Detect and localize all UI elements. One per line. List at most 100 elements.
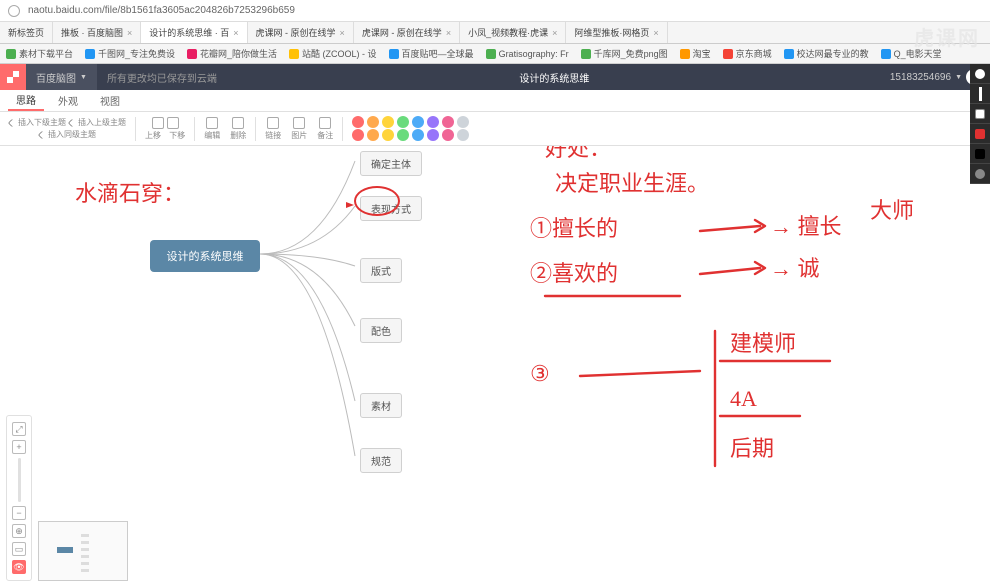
progress-1[interactable] <box>352 129 364 141</box>
pointer-tool[interactable] <box>970 64 990 84</box>
app-dropdown[interactable]: 百度脑图▼ <box>26 64 97 90</box>
ribbon-tabs: 思路 外观 视图 <box>0 90 990 112</box>
priority-3[interactable] <box>382 116 394 128</box>
expand-icon[interactable]: ⤢ <box>12 422 26 436</box>
svg-text:后期: 后期 <box>730 436 774 461</box>
mindmap-node[interactable]: 配色 <box>360 318 402 343</box>
fit-icon[interactable]: ▭ <box>12 542 26 556</box>
info-icon <box>8 5 20 17</box>
annotation-toolbar <box>970 64 990 184</box>
priority-4[interactable] <box>397 116 409 128</box>
browser-tab[interactable]: 虎课网 - 原创在线学× <box>248 22 354 43</box>
preview-icon[interactable]: 👁 <box>12 560 26 574</box>
mindmap-canvas[interactable]: 设计的系统思维 确定主体 表现方式 版式 配色 素材 规范 水滴石穿： 好处： … <box>0 146 990 587</box>
progress-5[interactable] <box>412 129 424 141</box>
browser-tab[interactable]: 小凤_视频教程·虎课× <box>460 22 566 43</box>
red-arrow-annotation <box>346 202 354 208</box>
app-menu-icon[interactable] <box>0 64 26 90</box>
bookmark[interactable]: 站酷 (ZCOOL) - 设 <box>283 47 383 60</box>
svg-text:→ 擅长: → 擅长 <box>770 214 842 239</box>
up-icon[interactable] <box>152 117 164 129</box>
note-icon[interactable] <box>319 117 331 129</box>
bookmark[interactable]: 校达网最专业的教 <box>778 47 875 60</box>
arrow-icon[interactable] <box>8 118 16 126</box>
browser-tab[interactable]: 阿维型推板·网格页× <box>566 22 667 43</box>
svg-text:好处：: 好处： <box>545 146 611 161</box>
browser-address-bar[interactable]: naotu.baidu.com/file/8b1561fa3605ac20482… <box>0 0 990 22</box>
zoom-in-icon[interactable]: + <box>12 440 26 454</box>
remove-icon[interactable] <box>232 117 244 129</box>
mindmap-root[interactable]: 设计的系统思维 <box>150 240 260 272</box>
bookmarks-bar: 素材下载平台 千图网_专注免费设 花瓣网_陪你做生活 站酷 (ZCOOL) - … <box>0 44 990 64</box>
bookmark[interactable]: Gratisography: Fr <box>480 49 575 59</box>
locate-icon[interactable]: ⊕ <box>12 524 26 538</box>
progress-4[interactable] <box>397 129 409 141</box>
close-icon[interactable]: × <box>233 28 238 38</box>
document-title: 设计的系统思维 <box>227 70 882 85</box>
color-black[interactable] <box>970 144 990 164</box>
eraser-tool[interactable] <box>970 104 990 124</box>
zoom-out-icon[interactable]: − <box>12 506 26 520</box>
close-icon[interactable]: × <box>127 28 132 38</box>
browser-tab-active[interactable]: 设计的系统思维 · 百× <box>141 22 247 43</box>
tab-thought[interactable]: 思路 <box>8 90 44 111</box>
close-icon[interactable]: × <box>653 28 658 38</box>
tab-view[interactable]: 视图 <box>92 91 128 110</box>
priority-7[interactable] <box>442 116 454 128</box>
save-status: 所有更改均已保存到云端 <box>97 70 227 85</box>
color-red[interactable] <box>970 124 990 144</box>
browser-tab[interactable]: 新标签页 <box>0 22 53 43</box>
chevron-down-icon: ▼ <box>955 74 962 81</box>
bookmark[interactable]: 素材下载平台 <box>0 47 79 60</box>
bookmark[interactable]: 百度贴吧—全球最 <box>383 47 480 60</box>
bookmark[interactable]: 千库网_免费png图 <box>575 47 674 60</box>
image-icon[interactable] <box>293 117 305 129</box>
bookmark[interactable]: 花瓣网_陪你做生活 <box>181 47 283 60</box>
tab-appearance[interactable]: 外观 <box>50 91 86 110</box>
mindmap-node[interactable]: 规范 <box>360 448 402 473</box>
link-icon[interactable] <box>267 117 279 129</box>
mindmap-node[interactable]: 素材 <box>360 393 402 418</box>
close-icon[interactable]: × <box>552 28 557 38</box>
edit-icon[interactable] <box>206 117 218 129</box>
close-icon[interactable]: × <box>340 28 345 38</box>
app-header: 百度脑图▼ 所有更改均已保存到云端 设计的系统思维 15183254696▼ <box>0 64 990 90</box>
pen-tool[interactable] <box>970 84 990 104</box>
bookmark[interactable]: 京东商城 <box>717 47 778 60</box>
move-group: 上移 下移 <box>142 117 188 141</box>
insert-group: 插入下级主题 插入上级主题 插入同级主题 <box>6 117 129 140</box>
priority-none[interactable] <box>457 116 469 128</box>
priority-6[interactable] <box>427 116 439 128</box>
progress-3[interactable] <box>382 129 394 141</box>
browser-tab-bar: 新标签页 推板 · 百度脑图× 设计的系统思维 · 百× 虎课网 - 原创在线学… <box>0 22 990 44</box>
toolbar: 插入下级主题 插入上级主题 插入同级主题 上移 下移 编辑 删除 链接 图片 备… <box>0 112 990 146</box>
bookmark[interactable]: 千图网_专注免费设 <box>79 47 181 60</box>
view-controls: ⤢ + − ⊕ ▭ 👁 <box>6 415 32 581</box>
svg-text:4A: 4A <box>730 386 757 411</box>
progress-6[interactable] <box>427 129 439 141</box>
priority-5[interactable] <box>412 116 424 128</box>
down-icon[interactable] <box>167 117 179 129</box>
svg-text:②喜欢的: ②喜欢的 <box>530 261 618 286</box>
mindmap-node[interactable]: 版式 <box>360 258 402 283</box>
browser-tab[interactable]: 推板 · 百度脑图× <box>53 22 141 43</box>
mindmap-node[interactable]: 确定主体 <box>360 151 422 176</box>
priority-2[interactable] <box>367 116 379 128</box>
bookmark[interactable]: Q_电影天堂 <box>875 47 948 60</box>
arrow-icon[interactable] <box>68 118 76 126</box>
bookmark[interactable]: 淘宝 <box>674 47 717 60</box>
progress-2[interactable] <box>367 129 379 141</box>
browser-tab[interactable]: 虎课网 - 原创在线学× <box>354 22 460 43</box>
svg-text:③: ③ <box>530 361 550 386</box>
close-icon[interactable]: × <box>446 28 451 38</box>
svg-text:大师: 大师 <box>870 198 914 223</box>
minimap[interactable] <box>38 521 128 581</box>
zoom-slider[interactable] <box>18 458 21 502</box>
progress-7[interactable] <box>442 129 454 141</box>
progress-none[interactable] <box>457 129 469 141</box>
chevron-down-icon: ▼ <box>80 74 87 81</box>
priority-1[interactable] <box>352 116 364 128</box>
svg-text:决定职业生涯。: 决定职业生涯。 <box>555 171 709 196</box>
more-tool[interactable] <box>970 164 990 184</box>
arrow-icon[interactable] <box>38 130 46 138</box>
